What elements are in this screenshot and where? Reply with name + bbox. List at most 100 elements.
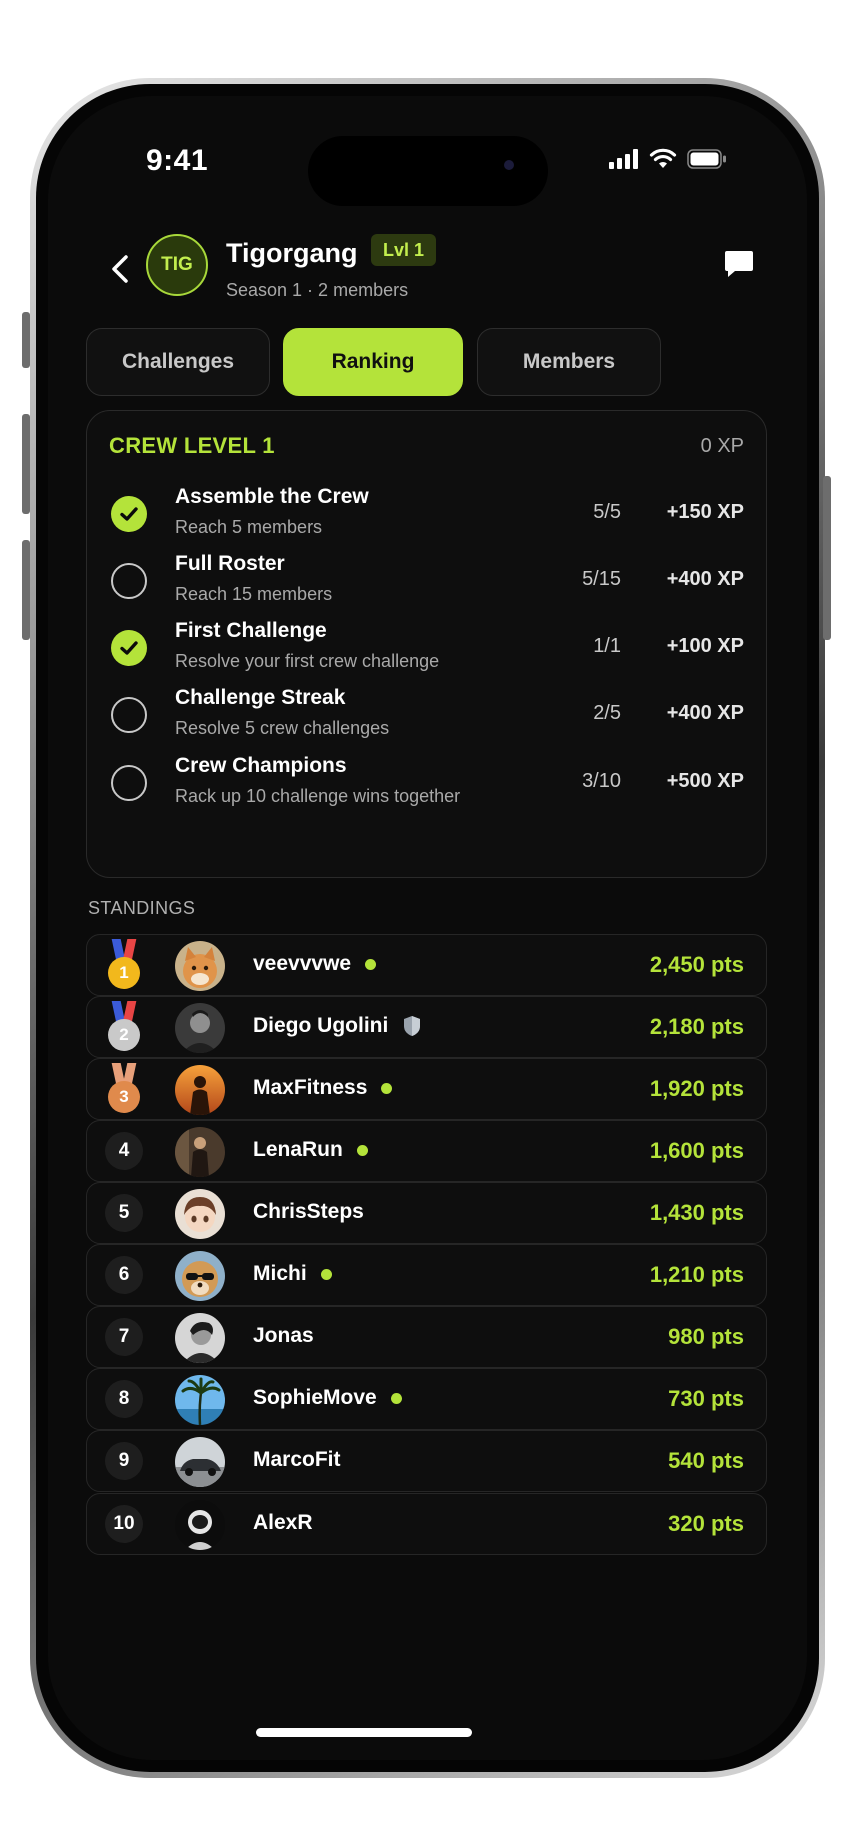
player-name: Michi [253,1262,307,1285]
standing-row[interactable]: 6 Michi 1,210 pts [86,1244,767,1306]
tab-bar: Challenges Ranking Members [86,328,767,396]
check-circle-icon [111,496,147,532]
empty-circle-icon [111,563,147,599]
player-name: veevvvwe [253,952,352,975]
player-name-row: MarcoFit [253,1448,341,1472]
home-indicator[interactable] [256,1728,472,1737]
check-circle-icon [111,630,147,666]
astronaut-avatar [175,1500,225,1550]
standings-heading: STANDINGS [88,898,196,918]
standing-row[interactable]: 9 MarcoFit 540 pts [86,1430,767,1492]
status-time: 9:41 [146,144,209,177]
dynamic-island [308,136,548,206]
player-points: 2,180 pts [649,1014,744,1039]
rank-number: 6 [105,1256,143,1294]
crew-xp: 0 XP [700,435,744,457]
standing-row[interactable]: 1 veevvvwe 2,450 pts [86,934,767,996]
goal-progress: 5/15 [582,568,621,590]
status-icons [609,148,727,170]
tab-members[interactable]: Members [477,328,661,396]
online-indicator [390,1392,402,1404]
goal-progress: 5/5 [593,501,621,523]
chat-button[interactable] [715,242,763,286]
tab-ranking[interactable]: Ranking [283,328,463,396]
player-points: 540 pts [668,1448,744,1473]
goal-item: Challenge Streak Resolve 5 crew challeng… [87,680,766,750]
rank-number: 2 [108,1019,140,1051]
crew-level-title: CREW LEVEL 1 [109,433,275,458]
rank-number: 7 [105,1318,143,1356]
player-name-row: SophieMove [253,1386,402,1410]
goal-description: Resolve 5 crew challenges [175,718,390,738]
standing-row[interactable]: 7 Jonas 980 pts [86,1306,767,1368]
crew-subtitle: Season 1 · 2 members [226,280,409,300]
standing-row[interactable]: 3 MaxFitness 1,920 pts [86,1058,767,1120]
back-button[interactable] [100,244,140,294]
player-name-row: Diego Ugolini [253,1014,422,1038]
goal-title: Assemble the Crew [175,485,369,508]
player-name-row: Jonas [253,1324,314,1348]
goal-item: Assemble the Crew Reach 5 members 5/5 +1… [87,479,766,549]
wifi-icon [649,148,677,168]
standing-row[interactable]: 10 AlexR 320 pts [86,1493,767,1555]
crew-name: Tigorgang [226,238,358,268]
goal-item: Full Roster Reach 15 members 5/15 +400 X… [87,546,766,616]
goal-item: Crew Champions Rack up 10 challenge wins… [87,748,766,818]
player-name: MarcoFit [253,1448,341,1471]
goal-progress: 3/10 [582,770,621,792]
player-points: 320 pts [668,1511,744,1536]
online-indicator [320,1268,332,1280]
player-name: LenaRun [253,1138,343,1161]
standing-row[interactable]: 4 LenaRun 1,600 pts [86,1120,767,1182]
empty-circle-icon [111,765,147,801]
player-points: 730 pts [668,1386,744,1411]
goal-xp: +100 XP [666,635,744,657]
chevron-left-icon [112,255,128,283]
crew-avatar: TIG [146,234,208,296]
anime-avatar [175,1189,225,1239]
sunset-silhouette-avatar [175,1065,225,1115]
player-name-row: LenaRun [253,1138,368,1162]
goal-progress: 1/1 [593,635,621,657]
goal-item: First Challenge Resolve your first crew … [87,613,766,683]
goal-description: Resolve your first crew challenge [175,651,440,671]
player-name: SophieMove [253,1386,377,1409]
empty-circle-icon [111,697,147,733]
player-name-row: veevvvwe [253,952,377,976]
bronze-medal-icon: 3 [107,1063,141,1117]
power-button [823,476,831,640]
player-name-row: Michi [253,1262,332,1286]
player-points: 1,920 pts [649,1076,744,1101]
rank-number: 9 [105,1442,143,1480]
goal-title: Crew Champions [175,754,347,777]
online-indicator [381,1082,393,1094]
player-name-row: ChrisSteps [253,1200,364,1224]
goal-xp: +150 XP [666,501,744,523]
chat-bubble-icon [725,251,753,277]
player-name: ChrisSteps [253,1200,364,1223]
rank-number: 5 [105,1194,143,1232]
player-name: Diego Ugolini [253,1014,389,1037]
online-indicator [365,958,377,970]
goal-xp: +400 XP [666,568,744,590]
standing-row[interactable]: 8 SophieMove 730 pts [86,1368,767,1430]
crew-level-card: CREW LEVEL 1 0 XP Assemble the Crew Reac… [86,410,767,878]
rank-number: 4 [105,1132,143,1170]
bw-portrait-avatar [175,1313,225,1363]
goal-progress: 2/5 [593,702,621,724]
player-name: Jonas [253,1324,314,1347]
online-indicator [356,1144,368,1156]
player-points: 1,210 pts [649,1262,744,1287]
player-points: 1,430 pts [649,1200,744,1225]
standing-row[interactable]: 2 Diego Ugolini 2,180 pts [86,996,767,1058]
shield-icon [404,1016,421,1036]
gold-medal-icon: 1 [107,939,141,993]
level-badge: Lvl 1 [371,234,437,266]
portrait-avatar [175,1003,225,1053]
goal-description: Reach 5 members [175,517,323,537]
signal-icon [609,149,638,169]
figure-avatar [175,1127,225,1177]
dog-sunglasses-avatar [175,1251,225,1301]
standing-row[interactable]: 5 ChrisSteps 1,430 pts [86,1182,767,1244]
tab-challenges[interactable]: Challenges [86,328,270,396]
